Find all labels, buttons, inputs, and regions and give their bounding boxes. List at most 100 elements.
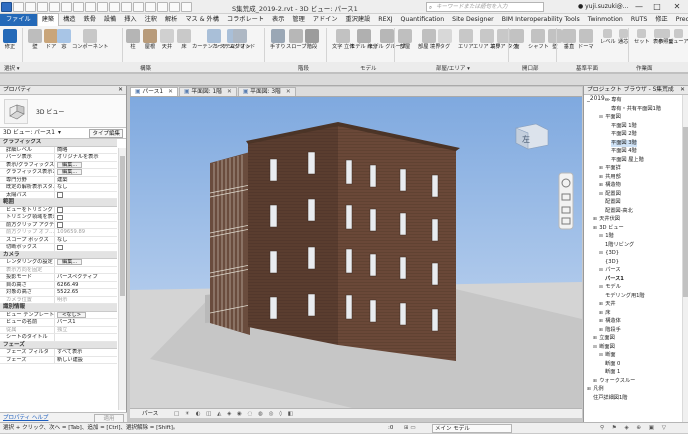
property-value[interactable]: なし: [55, 237, 117, 244]
browser-scrollbar[interactable]: [682, 95, 688, 422]
ribbon-button[interactable]: 修正: [3, 29, 17, 50]
ribbon-button[interactable]: 階段: [305, 29, 319, 50]
edit-button[interactable]: 編集...: [57, 161, 83, 168]
ribbon-button[interactable]: セット: [634, 29, 650, 45]
ribbon-button[interactable]: ビューア: [668, 29, 688, 45]
dimension-icon[interactable]: [97, 1, 108, 12]
property-group-header[interactable]: 範囲: [0, 199, 117, 207]
ribbon-tab[interactable]: マス & 外構: [181, 14, 223, 26]
property-value[interactable]: [55, 222, 117, 229]
tree-item[interactable]: ⊟ パース: [599, 267, 621, 274]
minimize-button[interactable]: —: [632, 1, 646, 13]
tree-toggle-icon[interactable]: ⊟: [599, 285, 604, 290]
ribbon-button[interactable]: 屋根: [143, 29, 157, 50]
close-hidden-icon[interactable]: [169, 1, 180, 12]
property-group-header[interactable]: カメラ: [0, 251, 117, 259]
tree-item[interactable]: モデリング用1階: [605, 293, 645, 300]
ribbon-button[interactable]: マリオン: [230, 29, 251, 50]
property-value[interactable]: 独立: [55, 327, 117, 334]
instance-selector[interactable]: 3D ビュー: パース1 ▾ タイプ編集: [0, 128, 126, 139]
tree-toggle-icon[interactable]: ⊞: [593, 379, 598, 384]
property-group-header[interactable]: フェーズ: [0, 341, 117, 349]
view-tab[interactable]: ▣ パース1 ✕: [130, 87, 178, 96]
tree-item[interactable]: ⊞ 共用部: [599, 174, 621, 181]
ribbon-button[interactable]: 壁: [548, 29, 562, 50]
tree-toggle-icon[interactable]: ⊞: [593, 336, 598, 341]
user-account[interactable]: ● yuji.suzuki@...: [578, 3, 629, 10]
edit-button[interactable]: 編集...: [57, 169, 83, 175]
selection-filter-icons[interactable]: ⚲ ⚑ ◈ ⊕ ▣ ▽: [600, 423, 669, 434]
tree-item[interactable]: ⊞ ウォークスルー: [593, 378, 635, 385]
thin-lines-icon[interactable]: [157, 1, 168, 12]
ribbon-tab[interactable]: 設備: [100, 14, 120, 26]
tree-item[interactable]: 専有・共有平面図1階: [611, 106, 661, 113]
checkbox[interactable]: [57, 207, 63, 213]
tree-item[interactable]: ⊞ 天井伏図: [593, 216, 620, 223]
property-value[interactable]: <なし>: [55, 311, 117, 319]
checkbox[interactable]: [57, 192, 63, 198]
close-button[interactable]: ✕: [670, 1, 684, 13]
properties-scrollbar[interactable]: [118, 148, 126, 410]
properties-help-link[interactable]: プロパティ ヘルプ: [3, 415, 48, 421]
tree-item[interactable]: ⊞ 構造物: [599, 182, 621, 189]
ribbon-button[interactable]: 天井: [160, 29, 174, 50]
tree-toggle-icon[interactable]: ⊟: [599, 268, 604, 273]
property-value[interactable]: [55, 207, 117, 214]
property-value[interactable]: 新しい建設: [55, 357, 117, 364]
property-value[interactable]: 編集...: [55, 259, 117, 266]
tree-item[interactable]: 住戸詳細図1階: [593, 395, 627, 402]
tree-toggle-icon[interactable]: ⊞: [599, 183, 604, 188]
property-value[interactable]: [55, 267, 117, 274]
chevron-down-icon[interactable]: ▾: [58, 130, 61, 136]
close-icon[interactable]: ✕: [168, 89, 173, 95]
tree-item[interactable]: 平面図 3階: [611, 139, 637, 147]
tree-item[interactable]: ⊞ 3D ビュー: [593, 225, 624, 232]
property-value[interactable]: 6266.49: [55, 282, 117, 289]
property-value[interactable]: [55, 334, 117, 341]
edit-button[interactable]: 編集...: [57, 259, 83, 265]
3d-view-icon[interactable]: [133, 1, 144, 12]
tree-toggle-icon[interactable]: ⊞: [599, 328, 604, 333]
tree-toggle-icon[interactable]: ⊟: [599, 115, 604, 120]
ribbon-tab[interactable]: 注釈: [141, 14, 161, 26]
property-value[interactable]: [55, 214, 117, 221]
search-input[interactable]: ⌕ キーワードまたは語句を入力: [426, 2, 544, 12]
tree-item[interactable]: ⊞ 平面詳: [599, 165, 621, 172]
section-icon[interactable]: [145, 1, 156, 12]
tree-item[interactable]: ⊞ 階段手: [599, 327, 621, 334]
tree-item[interactable]: パース1: [605, 276, 624, 283]
tree-toggle-icon[interactable]: ⊟: [605, 98, 610, 103]
ribbon-tab[interactable]: Precast: [672, 14, 688, 26]
tree-toggle-icon[interactable]: ⊞: [599, 175, 604, 180]
property-value[interactable]: 明示: [55, 297, 117, 304]
ribbon-tab[interactable]: BIM Interoperability Tools: [498, 14, 584, 26]
ribbon-tab[interactable]: RUTS: [627, 14, 652, 26]
ribbon-tab[interactable]: 修正: [651, 14, 671, 26]
sync-icon[interactable]: [37, 1, 48, 12]
tree-item[interactable]: ⊞ 構造体: [599, 318, 621, 325]
ribbon-tab[interactable]: 建築: [36, 13, 60, 26]
edit-type-button[interactable]: タイプ編集: [89, 129, 123, 138]
tree-item[interactable]: ⊟ 1階: [599, 233, 614, 240]
tree-toggle-icon[interactable]: ⊞: [599, 302, 604, 307]
tree-toggle-icon[interactable]: ⊞: [593, 217, 598, 222]
undo-icon[interactable]: [49, 1, 60, 12]
tree-item[interactable]: 断面 1: [605, 369, 620, 376]
tree-item[interactable]: ⊟ 断面図: [593, 344, 615, 351]
tree-toggle-icon[interactable]: ⊟: [599, 192, 604, 197]
tree-toggle-icon[interactable]: ⊞: [599, 319, 604, 324]
tree-item[interactable]: ⊟ 配置図: [599, 191, 621, 198]
tree-item[interactable]: 平面図 2階: [611, 131, 637, 138]
save-icon[interactable]: [25, 1, 36, 12]
property-value[interactable]: 5522.65: [55, 289, 117, 296]
tree-item[interactable]: 平面図 屋上階: [611, 157, 644, 164]
close-icon[interactable]: ✕: [286, 89, 291, 95]
ribbon-button[interactable]: 部屋: [398, 29, 412, 50]
tree-toggle-icon[interactable]: ⊟: [599, 353, 604, 358]
ribbon-button[interactable]: 窓: [57, 29, 71, 50]
ribbon-tab[interactable]: 解析: [161, 14, 181, 26]
tree-item[interactable]: 平面図 1階: [611, 123, 637, 130]
tree-item[interactable]: ⊟ 専有: [605, 97, 622, 104]
ribbon-button[interactable]: 柱: [126, 29, 140, 50]
model-selector[interactable]: メイン モデル: [432, 424, 512, 433]
